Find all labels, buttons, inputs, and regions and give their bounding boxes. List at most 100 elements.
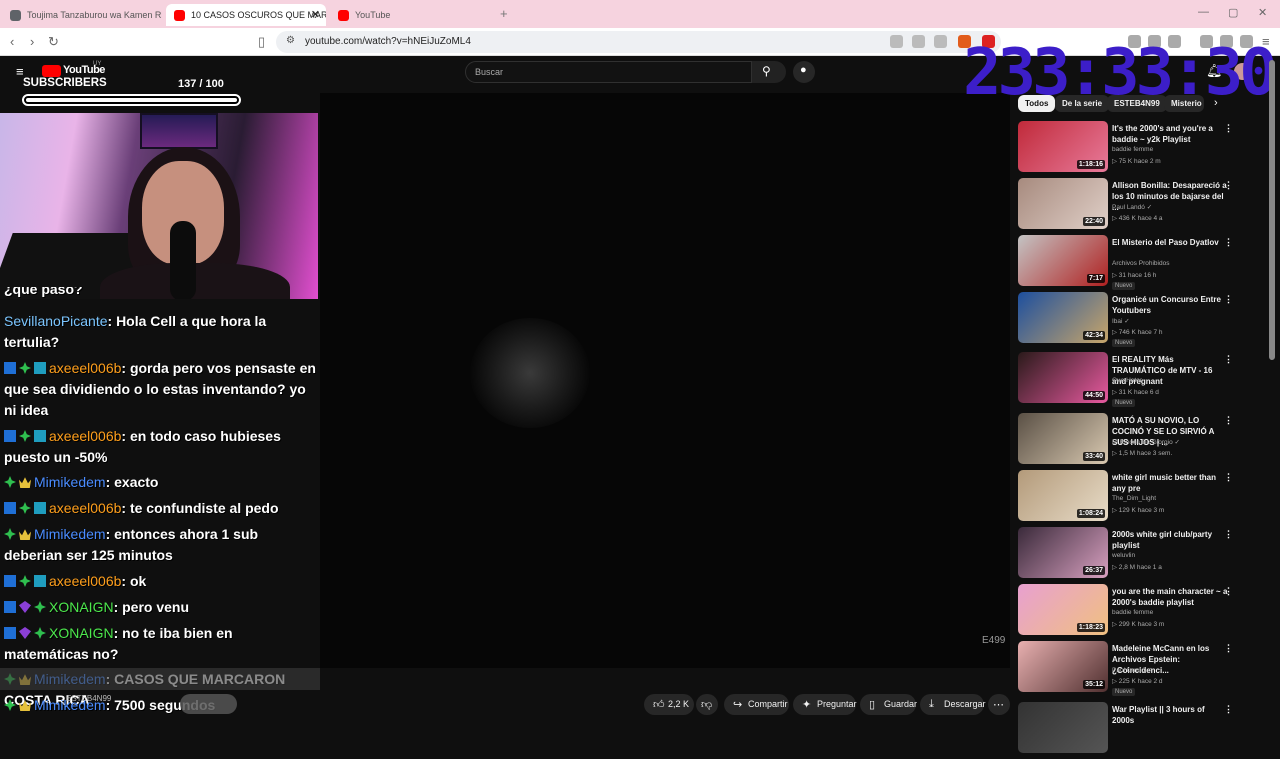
video-thumbnail[interactable]: 33:40: [1018, 413, 1108, 464]
video-title[interactable]: you are the main character ~ a 2000's ba…: [1112, 586, 1228, 608]
chat-username[interactable]: XONAIGN: [49, 625, 114, 641]
chat-username[interactable]: axeeel006b: [49, 573, 121, 589]
video-title[interactable]: El Misterio del Paso Dyatlov: [1112, 237, 1228, 248]
video-thumbnail[interactable]: [1018, 702, 1108, 753]
chat-username[interactable]: axeeel006b: [49, 360, 121, 376]
minimize-icon[interactable]: —: [1198, 6, 1209, 18]
tab-2-active[interactable]: 10 CASOS OSCUROS QUE MARC ✕: [166, 4, 326, 26]
related-video-item[interactable]: War Playlist || 3 hours of 2000s ⋮: [1018, 702, 1258, 759]
new-tab-icon[interactable]: +: [500, 6, 508, 21]
save-button[interactable]: ▯ Guardar: [860, 694, 917, 715]
video-player[interactable]: E499: [320, 93, 1010, 668]
video-thumbnail[interactable]: 26:37: [1018, 527, 1108, 578]
video-thumbnail[interactable]: 42:34: [1018, 292, 1108, 343]
related-video-item[interactable]: 35:12 Madeleine McCann en los Archivos Ep…: [1018, 641, 1258, 698]
download-button[interactable]: ⤓ Descargar: [920, 694, 986, 715]
chat-username[interactable]: axeeel006b: [49, 428, 121, 444]
video-thumbnail[interactable]: 7:17: [1018, 235, 1108, 286]
video-thumbnail[interactable]: 22:40: [1018, 178, 1108, 229]
more-options-icon[interactable]: ⋮: [1224, 180, 1233, 191]
video-title[interactable]: 2000s white girl club/party playlist: [1112, 529, 1228, 551]
video-channel[interactable]: Archivos Prohibidos: [1112, 260, 1169, 267]
tab-3[interactable]: YouTube: [330, 4, 490, 26]
bookmark-icon[interactable]: ▯: [258, 34, 265, 50]
youtube-logo-icon[interactable]: [42, 65, 61, 77]
video-channel[interactable]: El Rincón De Giorgio ✓: [1112, 438, 1180, 446]
chat-badge-icon: [19, 502, 31, 514]
chat-username[interactable]: XONAIGN: [49, 599, 114, 615]
video-title[interactable]: It's the 2000's and you're a baddie ~ y2…: [1112, 123, 1228, 145]
share-icon[interactable]: [934, 35, 947, 48]
chat-message-partial: ¿qué pasó?: [4, 287, 320, 300]
related-video-item[interactable]: 1:18:16 It's the 2000's and you're a badd…: [1018, 121, 1258, 178]
related-video-item[interactable]: 44:50 El REALITY Más TRAUMÁTICO de MTV - …: [1018, 352, 1258, 409]
video-thumbnail[interactable]: 1:18:23: [1018, 584, 1108, 635]
related-video-item[interactable]: 7:17 El Misterio del Paso Dyatlov Archivos…: [1018, 235, 1258, 292]
video-channel[interactable]: weluvlin: [1112, 552, 1135, 559]
video-channel[interactable]: Que Hater: [1112, 377, 1142, 384]
related-video-item[interactable]: 1:18:23 you are the main character ~ a 20…: [1018, 584, 1258, 641]
cast-icon[interactable]: [890, 35, 903, 48]
voice-search-button[interactable]: ●: [793, 61, 815, 83]
more-actions-button[interactable]: ⋯: [988, 694, 1010, 715]
more-options-icon[interactable]: ⋮: [1224, 586, 1233, 597]
video-channel[interactable]: The_Dim_Light: [1112, 495, 1156, 502]
chat-badge-icon: [34, 502, 46, 514]
chat-username[interactable]: Mimikedem: [34, 474, 106, 490]
related-video-item[interactable]: 22:40 Allison Bonilla: Desapareció a los …: [1018, 178, 1258, 235]
related-video-item[interactable]: 42:34 Organicé un Concurso Entre Youtuber…: [1018, 292, 1258, 349]
video-channel[interactable]: baddie femme: [1112, 146, 1153, 153]
close-window-icon[interactable]: ✕: [1258, 6, 1267, 19]
video-title[interactable]: War Playlist || 3 hours of 2000s: [1112, 704, 1228, 726]
more-options-icon[interactable]: ⋮: [1224, 354, 1233, 365]
chip-series[interactable]: De la serie: [1055, 95, 1110, 112]
video-channel[interactable]: baddie femme: [1112, 609, 1153, 616]
site-info-icon[interactable]: ⚙: [286, 35, 295, 46]
search-input[interactable]: Buscar: [465, 61, 752, 83]
video-channel[interactable]: Paul Landó ✓: [1112, 203, 1152, 211]
more-options-icon[interactable]: ⋮: [1224, 529, 1233, 540]
chat-pill[interactable]: [180, 694, 237, 714]
related-video-item[interactable]: 1:08:24 white girl music better than any …: [1018, 470, 1258, 527]
chat-username[interactable]: axeeel006b: [49, 500, 121, 516]
video-thumbnail[interactable]: 35:12: [1018, 641, 1108, 692]
search-icon: ⚲: [762, 64, 771, 78]
forward-icon[interactable]: ›: [30, 34, 34, 49]
more-options-icon[interactable]: ⋮: [1224, 123, 1233, 134]
chat-badge-icon: [4, 575, 16, 587]
reload-icon[interactable]: ↻: [48, 34, 59, 50]
like-button[interactable]: 👍︎ 2,2 K: [644, 694, 694, 715]
video-channel[interactable]: Paul Landó ✓: [1112, 666, 1152, 674]
video-thumbnail[interactable]: 1:08:24: [1018, 470, 1108, 521]
more-options-icon[interactable]: ⋮: [1224, 643, 1233, 654]
video-channel[interactable]: Ibai ✓: [1112, 317, 1130, 325]
dislike-button[interactable]: 👎︎: [696, 694, 718, 715]
ask-button[interactable]: ✦ Preguntar: [793, 694, 857, 715]
more-options-icon[interactable]: ⋮: [1224, 237, 1233, 248]
chip-channel[interactable]: ESTEB4N99: [1107, 95, 1167, 112]
close-tab-icon[interactable]: ✕: [311, 8, 320, 21]
maximize-icon[interactable]: ▢: [1228, 6, 1238, 19]
back-icon[interactable]: ‹: [10, 34, 14, 49]
share-arrow-icon: ↪: [733, 699, 743, 711]
more-options-icon[interactable]: ⋮: [1224, 704, 1233, 715]
chips-next-icon[interactable]: ›: [1214, 97, 1218, 109]
video-thumbnail[interactable]: 44:50: [1018, 352, 1108, 403]
related-video-item[interactable]: 33:40 MATÓ A SU NOVIO, LO COCINÓ Y SE LO …: [1018, 413, 1258, 470]
search-button[interactable]: ⚲: [752, 61, 786, 83]
video-title[interactable]: white girl music better than any pre: [1112, 472, 1228, 494]
chat-username[interactable]: SevillanoPicante: [4, 313, 108, 329]
zoom-icon[interactable]: [912, 35, 925, 48]
more-options-icon[interactable]: ⋮: [1224, 294, 1233, 305]
video-thumbnail[interactable]: 1:18:16: [1018, 121, 1108, 172]
tab-1[interactable]: Toujima Tanzaburou wa Kamen Ride: [2, 4, 162, 26]
chip-mystery[interactable]: Misterio: [1164, 95, 1204, 112]
chat-username[interactable]: Mimikedem: [34, 526, 106, 542]
more-options-icon[interactable]: ⋮: [1224, 472, 1233, 483]
chip-all[interactable]: Todos: [1018, 95, 1056, 112]
video-title[interactable]: Organicé un Concurso Entre Youtubers: [1112, 294, 1228, 316]
related-video-item[interactable]: 26:37 2000s white girl club/party playlis…: [1018, 527, 1258, 584]
share-button[interactable]: ↪ Compartir: [724, 694, 789, 715]
more-options-icon[interactable]: ⋮: [1224, 415, 1233, 426]
scrollbar[interactable]: [1269, 60, 1275, 360]
